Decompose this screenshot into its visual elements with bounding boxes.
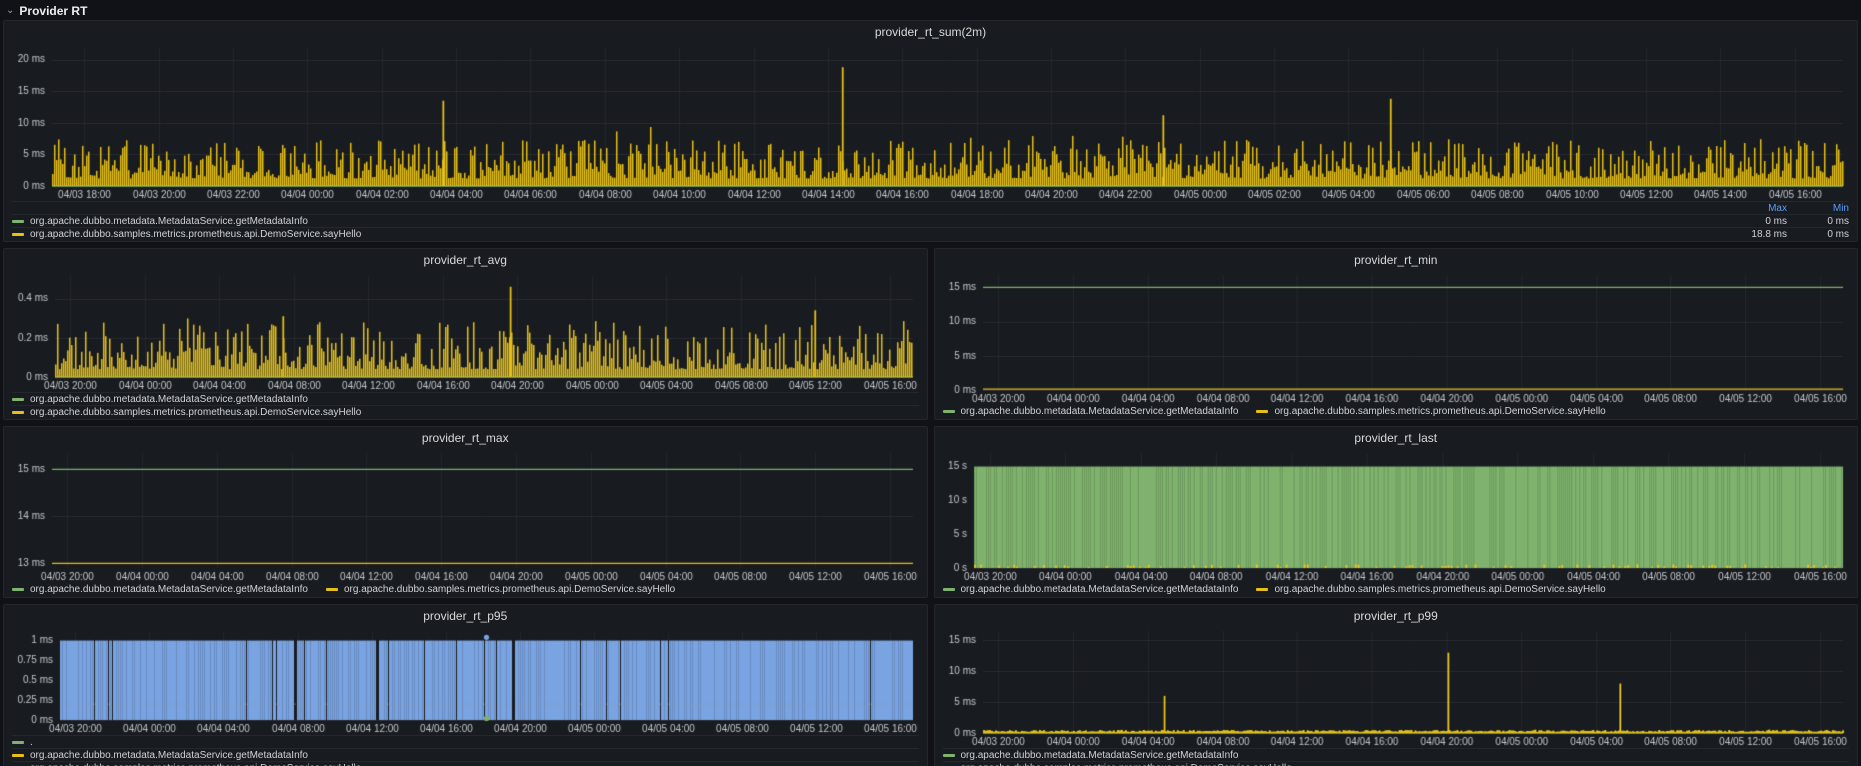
legend-rt_p99: org.apache.dubbo.metadata.MetadataServic… <box>943 748 1850 766</box>
series-color-dash <box>12 754 24 757</box>
legend-item-rt_sum-0[interactable]: org.apache.dubbo.metadata.MetadataServic… <box>12 214 1849 227</box>
legend-column-header-min[interactable]: Min <box>1787 203 1849 214</box>
row-header-provider-rt[interactable]: ⌄ Provider RT <box>0 0 1861 18</box>
legend-rt_max: org.apache.dubbo.metadata.MetadataServic… <box>12 583 919 596</box>
legend-label: org.apache.dubbo.metadata.MetadataServic… <box>961 750 1239 761</box>
legend-value-min: 0 ms <box>1787 216 1849 227</box>
series-color-dash <box>943 588 955 591</box>
legend-item-rt_p95-2[interactable]: org.apache.dubbo.samples.metrics.prometh… <box>12 761 919 766</box>
legend-item-rt_max-0[interactable]: org.apache.dubbo.metadata.MetadataServic… <box>12 583 308 596</box>
series-color-dash <box>12 398 24 401</box>
chevron-down-icon: ⌄ <box>6 6 14 16</box>
legend-rt_avg: org.apache.dubbo.metadata.MetadataServic… <box>12 392 919 418</box>
panel-title-rt_p95[interactable]: provider_rt_p95 <box>12 608 919 626</box>
panel-rt_sum: provider_rt_sum(2m) MaxMin org.apache.dubb… <box>3 20 1858 242</box>
legend-label: org.apache.dubbo.samples.metrics.prometh… <box>1274 584 1605 595</box>
series-color-dash <box>12 411 24 414</box>
legend-label: . <box>30 737 33 748</box>
legend-rt_min: org.apache.dubbo.metadata.MetadataServic… <box>943 405 1850 418</box>
row-title: Provider RT <box>19 4 87 18</box>
series-color-dash <box>12 233 24 236</box>
panel-title-rt_sum[interactable]: provider_rt_sum(2m) <box>12 24 1849 42</box>
chart-canvas-rt_p95[interactable] <box>12 626 919 735</box>
legend-label: org.apache.dubbo.metadata.MetadataServic… <box>30 584 308 595</box>
series-color-dash <box>1256 410 1268 413</box>
legend-label: org.apache.dubbo.samples.metrics.prometh… <box>1274 406 1605 417</box>
series-color-dash <box>1256 588 1268 591</box>
series-color-dash <box>943 754 955 757</box>
legend-item-rt_min-0[interactable]: org.apache.dubbo.metadata.MetadataServic… <box>943 405 1239 418</box>
panel-title-rt_min[interactable]: provider_rt_min <box>943 252 1850 270</box>
panel-title-rt_last[interactable]: provider_rt_last <box>943 430 1850 448</box>
series-color-dash <box>12 588 24 591</box>
panel-rt_p95: provider_rt_p95. org.apache.dubbo.metadat… <box>3 604 928 766</box>
legend-column-header-max[interactable]: Max <box>1725 203 1787 214</box>
dashboard-grid: provider_rt_sum(2m) MaxMin org.apache.dubb… <box>0 18 1861 766</box>
series-color-dash <box>12 220 24 223</box>
legend-label: org.apache.dubbo.metadata.MetadataServic… <box>961 406 1239 417</box>
legend-item-rt_p95-1[interactable]: org.apache.dubbo.metadata.MetadataServic… <box>12 748 919 761</box>
panel-title-rt_avg[interactable]: provider_rt_avg <box>12 252 919 270</box>
legend-item-rt_p99-0[interactable]: org.apache.dubbo.metadata.MetadataServic… <box>943 748 1850 761</box>
legend-label: org.apache.dubbo.metadata.MetadataServic… <box>961 584 1239 595</box>
legend-header-row: MaxMin <box>12 201 1849 214</box>
panel-rt_p99: provider_rt_p99 org.apache.dubbo.metadata… <box>934 604 1859 766</box>
series-color-dash <box>943 410 955 413</box>
chart-canvas-rt_avg[interactable] <box>12 270 919 392</box>
chart-canvas-rt_sum[interactable] <box>12 42 1849 201</box>
legend-item-rt_p95-0[interactable]: . <box>12 735 919 748</box>
series-color-dash <box>12 741 24 744</box>
legend-label: org.apache.dubbo.metadata.MetadataServic… <box>30 750 308 761</box>
legend-label: org.apache.dubbo.samples.metrics.prometh… <box>30 229 361 240</box>
legend-label: org.apache.dubbo.samples.metrics.prometh… <box>961 763 1292 766</box>
chart-canvas-rt_last[interactable] <box>943 448 1850 583</box>
legend-value-max: 18.8 ms <box>1725 229 1787 240</box>
panel-rt_max: provider_rt_max org.apache.dubbo.metadata… <box>3 426 928 598</box>
series-color-dash <box>326 588 338 591</box>
legend-label: org.apache.dubbo.samples.metrics.prometh… <box>30 763 361 766</box>
panel-rt_last: provider_rt_last org.apache.dubbo.metadat… <box>934 426 1859 598</box>
legend-label: org.apache.dubbo.samples.metrics.prometh… <box>344 584 675 595</box>
legend-item-rt_sum-1[interactable]: org.apache.dubbo.samples.metrics.prometh… <box>12 227 1849 240</box>
legend-value-min: 0 ms <box>1787 229 1849 240</box>
legend-item-rt_avg-0[interactable]: org.apache.dubbo.metadata.MetadataServic… <box>12 392 919 405</box>
legend-item-rt_min-1[interactable]: org.apache.dubbo.samples.metrics.prometh… <box>1256 405 1605 418</box>
legend-item-rt_last-1[interactable]: org.apache.dubbo.samples.metrics.prometh… <box>1256 583 1605 596</box>
panel-rt_min: provider_rt_min org.apache.dubbo.metadata… <box>934 248 1859 420</box>
chart-canvas-rt_max[interactable] <box>12 448 919 583</box>
panel-rt_avg: provider_rt_avg org.apache.dubbo.metadata… <box>3 248 928 420</box>
legend-item-rt_max-1[interactable]: org.apache.dubbo.samples.metrics.prometh… <box>326 583 675 596</box>
legend-item-rt_last-0[interactable]: org.apache.dubbo.metadata.MetadataServic… <box>943 583 1239 596</box>
legend-item-rt_p99-1[interactable]: org.apache.dubbo.samples.metrics.prometh… <box>943 761 1850 766</box>
chart-canvas-rt_p99[interactable] <box>943 626 1850 748</box>
panel-title-rt_max[interactable]: provider_rt_max <box>12 430 919 448</box>
legend-rt_p95: . org.apache.dubbo.metadata.MetadataServi… <box>12 735 919 766</box>
legend-label: org.apache.dubbo.metadata.MetadataServic… <box>30 394 308 405</box>
legend-rt_last: org.apache.dubbo.metadata.MetadataServic… <box>943 583 1850 596</box>
legend-label: org.apache.dubbo.metadata.MetadataServic… <box>30 216 308 227</box>
chart-canvas-rt_min[interactable] <box>943 270 1850 405</box>
legend-value-max: 0 ms <box>1725 216 1787 227</box>
legend-item-rt_avg-1[interactable]: org.apache.dubbo.samples.metrics.prometh… <box>12 405 919 418</box>
legend-label: org.apache.dubbo.samples.metrics.prometh… <box>30 407 361 418</box>
panel-title-rt_p99[interactable]: provider_rt_p99 <box>943 608 1850 626</box>
legend-rt_sum: MaxMin org.apache.dubbo.metadata.Metadata… <box>12 201 1849 240</box>
